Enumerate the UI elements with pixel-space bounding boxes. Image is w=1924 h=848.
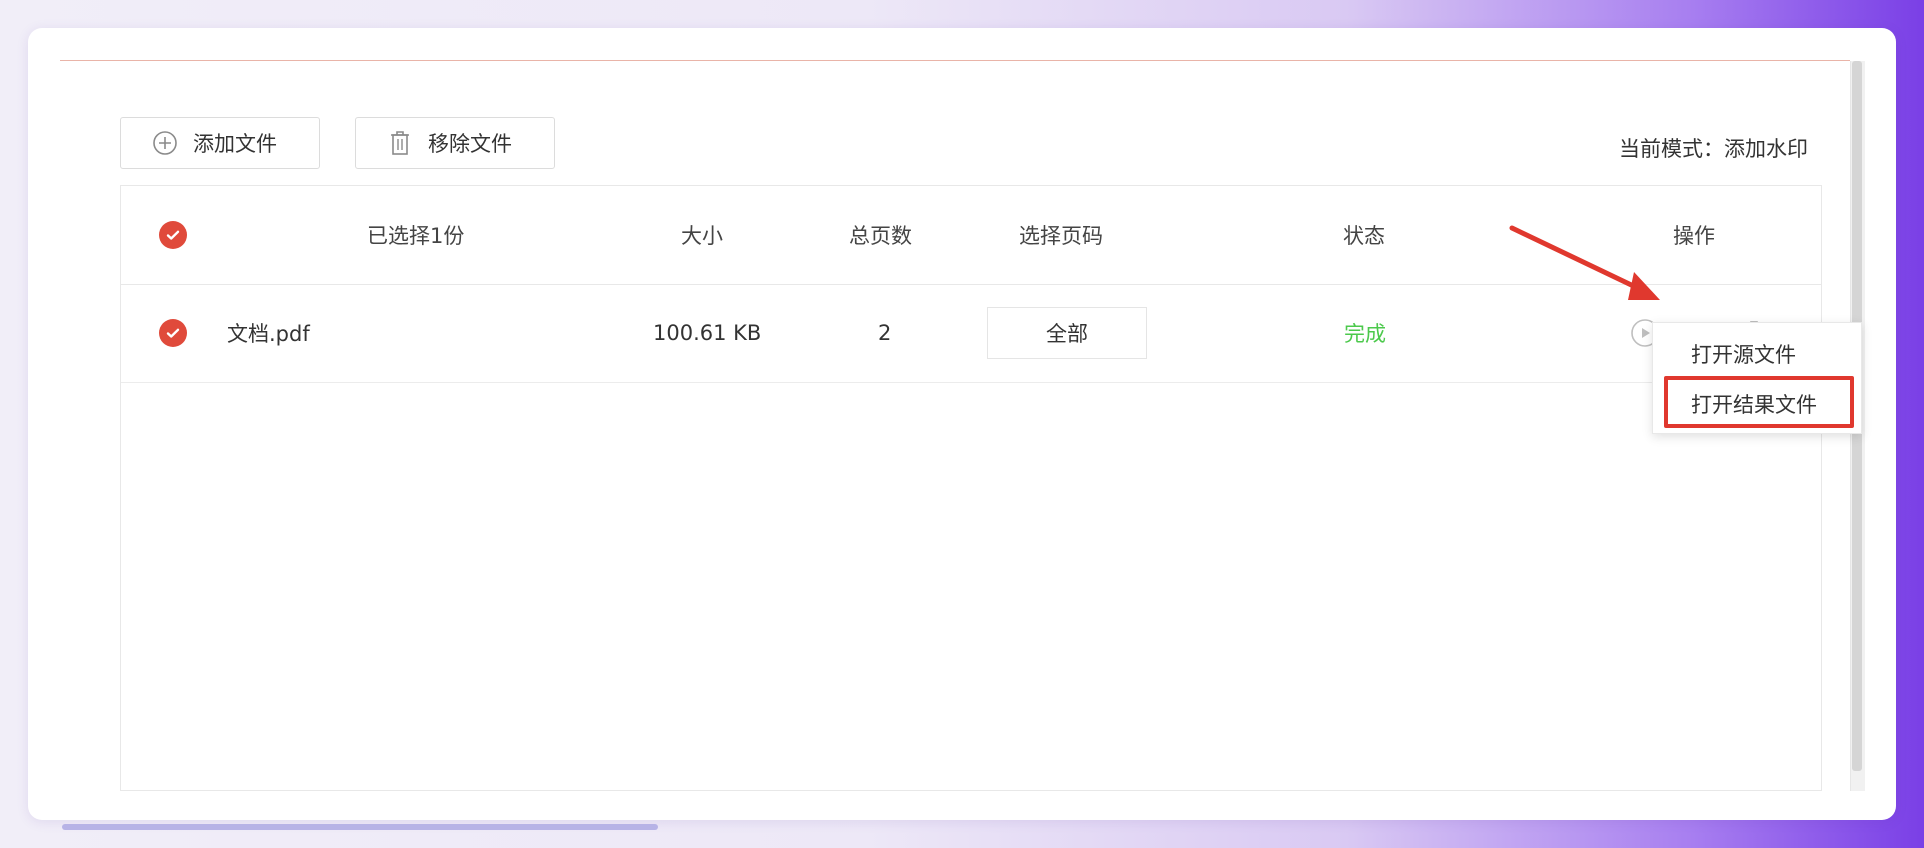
menu-item-open-source[interactable]: 打开源文件 bbox=[1653, 331, 1861, 377]
page-select-cell: 全部 bbox=[987, 284, 1147, 382]
header-actions: 操作 bbox=[1673, 224, 1715, 248]
highlight-box bbox=[1664, 376, 1854, 428]
header-page-select: 选择页码 bbox=[1019, 224, 1103, 248]
plus-circle-icon bbox=[151, 129, 179, 157]
check-icon bbox=[159, 319, 187, 347]
add-file-button[interactable]: 添加文件 bbox=[120, 117, 320, 169]
progress-strip bbox=[62, 824, 658, 830]
trash-icon bbox=[386, 129, 414, 157]
check-icon bbox=[159, 221, 187, 249]
remove-file-button[interactable]: 移除文件 bbox=[355, 117, 555, 169]
header-size: 大小 bbox=[681, 224, 723, 248]
row-checkbox[interactable] bbox=[159, 284, 187, 382]
file-name: 文档.pdf bbox=[227, 322, 310, 346]
remove-file-label: 移除文件 bbox=[428, 132, 512, 156]
page-select-dropdown[interactable]: 全部 bbox=[987, 307, 1147, 359]
current-mode-text: 当前模式：添加水印 bbox=[1619, 137, 1808, 161]
file-size: 100.61 KB bbox=[653, 321, 762, 345]
header-pages: 总页数 bbox=[849, 224, 912, 248]
main-panel: 添加文件 移除文件 当前模式：添加水印 已选择1份 大小 总页数 选择页码 状态 bbox=[60, 60, 1850, 791]
app-card: 添加文件 移除文件 当前模式：添加水印 已选择1份 大小 总页数 选择页码 状态 bbox=[28, 28, 1896, 820]
annotation-arrow bbox=[1509, 225, 1660, 300]
select-all-checkbox[interactable] bbox=[159, 186, 187, 284]
header-selected-count: 已选择1份 bbox=[367, 224, 465, 248]
file-pages: 2 bbox=[878, 321, 892, 345]
status-badge: 完成 bbox=[1344, 322, 1386, 346]
add-file-label: 添加文件 bbox=[193, 132, 277, 156]
header-status: 状态 bbox=[1343, 224, 1385, 248]
